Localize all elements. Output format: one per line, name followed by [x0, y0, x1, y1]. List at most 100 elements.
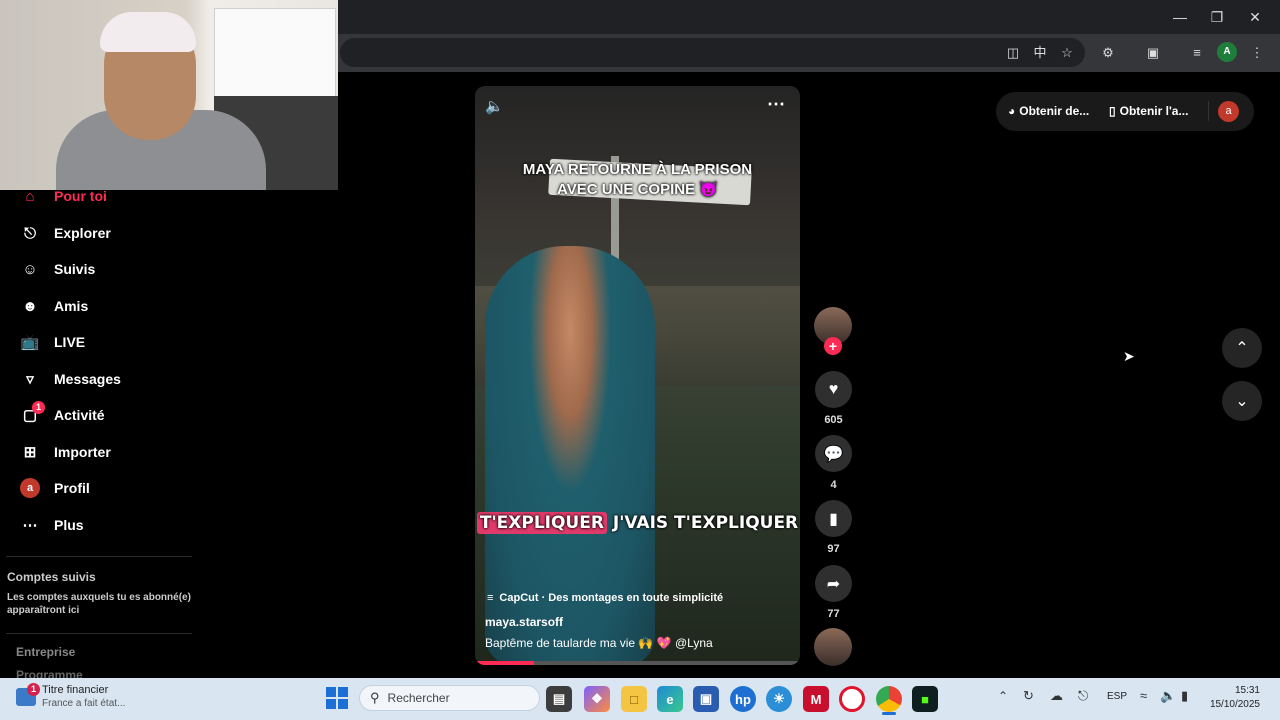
hp-icon[interactable]: hp — [730, 686, 756, 712]
sidebar-item-live[interactable]: 📺 LIVE — [20, 330, 85, 354]
sidebar-item-amis[interactable]: ☻ Amis — [20, 294, 88, 318]
browser-menu-icon[interactable]: ⋮ — [1247, 43, 1267, 63]
sync-icon[interactable]: ↻ — [1023, 688, 1034, 704]
sidebar-item-suivis[interactable]: ☺ Suivis — [20, 257, 95, 281]
sidebar-item-pour-toi[interactable]: ⌂ Pour toi — [20, 184, 106, 208]
sidebar-item-label: Activité — [54, 407, 105, 423]
tray-chevron-up-icon[interactable]: ⌃ — [998, 689, 1008, 703]
taskbar-search[interactable]: ⚲ Rechercher — [359, 685, 540, 711]
footer-link-entreprise[interactable]: Entreprise — [16, 645, 75, 659]
coin-icon: ◕ — [1008, 104, 1016, 118]
cloud-off-icon[interactable]: ☁ — [1050, 688, 1063, 704]
video-username[interactable]: maya.starsoff — [485, 615, 563, 629]
sidebar-item-label: LIVE — [54, 334, 86, 350]
sidebar-divider — [6, 556, 192, 557]
comment-button[interactable]: 💬 — [815, 435, 852, 472]
sidebar-item-label: Messages — [54, 371, 121, 387]
file-explorer-icon[interactable]: □ — [621, 686, 647, 712]
chrome-active-indicator — [882, 712, 896, 715]
previous-video-button[interactable]: ⌃ — [1222, 328, 1262, 368]
profile-avatar: a — [20, 478, 40, 498]
chevron-up-icon: ⌃ — [1235, 340, 1249, 357]
like-button[interactable]: ♥ — [815, 371, 852, 408]
clock-date: 15/10/2025 — [1209, 699, 1260, 710]
get-coins-button[interactable]: ◕ Obtenir de... — [1008, 104, 1089, 118]
start-tile — [326, 699, 336, 709]
search-placeholder: Rechercher — [387, 691, 450, 705]
opera-icon[interactable] — [839, 686, 865, 712]
sound-avatar[interactable] — [814, 628, 852, 666]
windows-start-icon[interactable] — [326, 687, 348, 709]
mouse-cursor-icon: ➤ — [1123, 348, 1135, 364]
video-subtitle: T'EXPLIQUER J'VAIS T'EXPLIQUER — [475, 512, 800, 534]
sidebar-item-importer[interactable]: ⊞ Importer — [20, 440, 111, 464]
home-icon: ⌂ — [25, 187, 35, 205]
chrome-icon[interactable] — [876, 686, 902, 712]
sidebar-item-label: Amis — [54, 298, 89, 314]
video-description: Baptême de taularde ma vie 🙌 💖 @Lyna — [485, 636, 713, 650]
activity-icon: ▢ 1 — [20, 401, 45, 425]
chevron-down-icon: ⌄ — [1235, 393, 1249, 410]
bookmark-icon: ▮ — [829, 510, 838, 528]
follow-plus-icon[interactable]: + — [824, 337, 842, 355]
sidebar-item-label: Profil — [54, 480, 90, 496]
user-avatar[interactable]: a — [1218, 101, 1239, 122]
install-app-icon[interactable]: ◫ — [1003, 43, 1023, 63]
comment-count: 4 — [830, 479, 837, 491]
address-bar[interactable] — [340, 38, 1085, 67]
battery-icon[interactable]: ▮ — [1181, 688, 1188, 704]
send-icon: ▿ — [26, 371, 34, 388]
extensions-icon[interactable]: ⚙ — [1098, 43, 1118, 63]
wifi-icon[interactable]: ≈ — [1140, 688, 1147, 703]
video-progress-track[interactable] — [475, 661, 800, 665]
sidebar-item-label: Plus — [54, 517, 84, 533]
followed-accounts-title: Comptes suivis — [7, 570, 96, 584]
store-icon[interactable]: ▣ — [693, 686, 719, 712]
microphone-icon[interactable]: ⎋ — [1078, 688, 1088, 704]
sidebar-item-explorer[interactable]: ⎋ Explorer — [20, 221, 111, 245]
language-indicator[interactable]: ESP — [1107, 691, 1127, 702]
restore-icon[interactable]: ❐ — [1208, 8, 1226, 26]
translate-icon[interactable]: 中 — [1030, 43, 1050, 63]
tab-search-icon[interactable]: ▣ — [1143, 43, 1163, 63]
share-icon: ➦ — [826, 575, 841, 593]
media-control-icon[interactable]: ≡ — [1187, 43, 1207, 63]
video-player[interactable]: 🔈 ⋯ MAYA RETOURNE À LA PRISON AVEC UNE C… — [475, 86, 800, 665]
heart-icon: ♥ — [828, 380, 839, 398]
kick-icon[interactable]: ■ — [912, 686, 938, 712]
share-button[interactable]: ➦ — [815, 565, 852, 602]
video-more-icon[interactable]: ⋯ — [767, 94, 785, 115]
plus-square-icon: ⊞ — [23, 444, 37, 461]
volume-icon[interactable]: 🔈 — [485, 97, 504, 115]
sidebar-item-activite[interactable]: ▢ 1 Activité — [20, 401, 105, 427]
get-app-button[interactable]: ▯ Obtenir l'a... — [1109, 104, 1188, 118]
sidebar-item-messages[interactable]: ▿ Messages — [20, 367, 121, 391]
phone-icon: ▯ — [1109, 104, 1116, 118]
close-icon[interactable]: ✕ — [1246, 8, 1264, 26]
minimize-icon[interactable]: — — [1171, 8, 1189, 26]
bookmark-star-icon[interactable]: ☆ — [1057, 43, 1077, 63]
start-tile — [338, 699, 348, 709]
speaker-icon[interactable]: 🔈 — [1160, 688, 1176, 704]
sidebar-divider — [6, 633, 192, 634]
next-video-button[interactable]: ⌄ — [1222, 381, 1262, 421]
compass-icon: ⎋ — [24, 224, 36, 242]
edge-icon[interactable]: e — [657, 686, 683, 712]
taskbar-clock[interactable]: 15:31 15/10/2025 — [1206, 684, 1260, 712]
sidebar-item-profil[interactable]: a Profil — [20, 476, 90, 500]
weather-icon[interactable]: ☀ — [766, 686, 792, 712]
news-title[interactable]: Titre financier — [42, 684, 108, 696]
sidebar-item-label: Explorer — [54, 225, 111, 241]
mcafee-icon[interactable]: M — [803, 686, 829, 712]
copilot-icon[interactable]: ❖ — [584, 686, 610, 712]
task-view-icon[interactable]: ▤ — [546, 686, 572, 712]
get-coins-label: Obtenir de... — [1019, 104, 1090, 118]
start-tile — [338, 687, 348, 697]
user-follow-icon: ☺ — [22, 260, 38, 278]
browser-profile-avatar[interactable]: A — [1217, 42, 1237, 62]
save-button[interactable]: ▮ — [815, 500, 852, 537]
sidebar-item-plus[interactable]: ⋯ Plus — [20, 513, 84, 537]
followed-accounts-desc: Les comptes auxquels tu es abonné(e) app… — [7, 592, 191, 616]
live-tv-icon: 📺 — [20, 334, 40, 351]
capcut-link[interactable]: ≡ CapCut · Des montages en toute simplic… — [487, 592, 723, 604]
